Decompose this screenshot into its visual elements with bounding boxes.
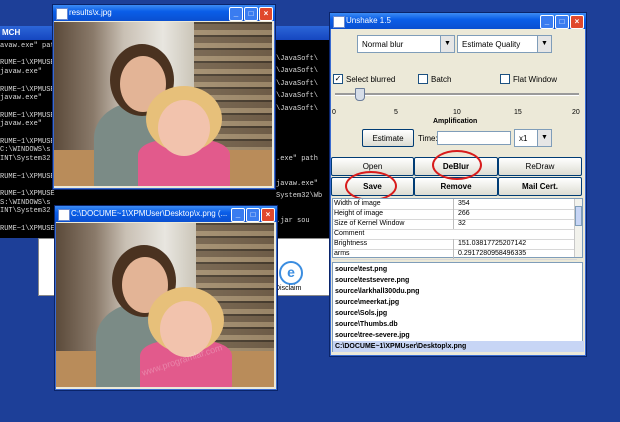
chevron-down-icon[interactable]: ▼ bbox=[537, 36, 551, 52]
amplification-label: Amplification bbox=[433, 118, 478, 125]
app-icon bbox=[56, 8, 68, 20]
mail-cert-button[interactable]: Mail Cert. bbox=[498, 177, 582, 196]
property-key: Size of Kernel Window bbox=[334, 220, 405, 227]
zoom-value: x1 bbox=[519, 134, 528, 143]
minimize-button[interactable]: _ bbox=[540, 15, 554, 29]
explorer-file-label[interactable]: Disclaim bbox=[275, 285, 301, 292]
property-key: Height of image bbox=[334, 210, 384, 217]
quality-mode-select[interactable]: Estimate Quality ▼ bbox=[457, 35, 552, 53]
maximize-button[interactable]: □ bbox=[244, 7, 258, 21]
flat-window-label: Flat Window bbox=[513, 74, 558, 84]
maximize-button[interactable]: □ bbox=[555, 15, 569, 29]
property-value: 266 bbox=[453, 209, 470, 219]
properties-scrollbar[interactable] bbox=[574, 199, 582, 257]
quality-mode-value: Estimate Quality bbox=[462, 40, 521, 49]
file-list-item[interactable]: source\testsevere.png bbox=[333, 275, 584, 286]
file-list-item[interactable]: source\test.png bbox=[333, 264, 584, 275]
results-titlebar[interactable]: results\x.jpg _ □ × bbox=[53, 5, 275, 21]
console-line: System32\Wb bbox=[276, 192, 323, 200]
slider-tick-10: 10 bbox=[453, 109, 461, 116]
input-titlebar[interactable]: C:\DOCUME~1\XPMUser\Desktop\x.png (... _… bbox=[55, 206, 277, 222]
blur-mode-value: Normal blur bbox=[362, 40, 404, 49]
zoom-select[interactable]: x1 ▼ bbox=[514, 129, 552, 147]
time-label: Time: bbox=[418, 134, 438, 143]
estimate-button[interactable]: Estimate bbox=[362, 129, 414, 147]
console-line: \JavaSoft\ bbox=[276, 67, 319, 75]
results-title: results\x.jpg bbox=[69, 8, 112, 17]
property-value: 32 bbox=[453, 219, 466, 229]
amplification-slider-thumb[interactable] bbox=[355, 88, 366, 101]
chevron-down-icon[interactable]: ▼ bbox=[440, 36, 454, 52]
slider-tick-5: 5 bbox=[394, 109, 398, 116]
checkbox-box[interactable] bbox=[500, 74, 510, 84]
file-list-item[interactable]: source\Sols.jpg bbox=[333, 308, 584, 319]
select-blurred-checkbox[interactable]: ✓ Select blurred bbox=[333, 74, 395, 84]
app-icon bbox=[333, 16, 345, 28]
save-highlight-ring bbox=[345, 171, 397, 201]
batch-label: Batch bbox=[431, 74, 452, 84]
console-line: javaw.exe" bbox=[276, 179, 319, 188]
property-value: 151.03817725207142 bbox=[453, 239, 526, 249]
internet-explorer-icon[interactable]: e bbox=[279, 261, 303, 285]
console-line: .jar sou bbox=[276, 217, 310, 225]
redraw-button[interactable]: ReDraw bbox=[498, 157, 582, 176]
file-list-item[interactable]: C:\DOCUME~1\XPMUser\Desktop\x.png bbox=[333, 341, 584, 352]
unshake-title: Unshake 1.5 bbox=[346, 16, 391, 25]
console-line: \JavaSoft\ bbox=[276, 104, 319, 113]
close-button[interactable]: × bbox=[259, 7, 273, 21]
property-row[interactable]: arms 0.2917280958496335 bbox=[333, 249, 577, 260]
console-line: \JavaSoft\ bbox=[276, 79, 319, 88]
console-line: \JavaSoft\ bbox=[276, 54, 319, 63]
slider-tick-15: 15 bbox=[514, 109, 522, 116]
checkbox-box[interactable] bbox=[418, 74, 428, 84]
property-value: 0.2917280958496335 bbox=[453, 249, 526, 259]
file-list-item[interactable]: source\larkhall300du.png bbox=[333, 286, 584, 297]
blur-mode-select[interactable]: Normal blur ▼ bbox=[357, 35, 455, 53]
flat-window-checkbox[interactable]: Flat Window bbox=[500, 74, 557, 84]
property-key: Comment bbox=[334, 230, 365, 237]
close-button[interactable]: × bbox=[261, 208, 275, 222]
console-line: \JavaSoft\ bbox=[276, 92, 319, 100]
time-field[interactable] bbox=[437, 131, 511, 145]
checkbox-box[interactable]: ✓ bbox=[333, 74, 343, 84]
minimize-button[interactable]: _ bbox=[231, 208, 245, 222]
console-line: .exe" path bbox=[276, 154, 319, 163]
properties-table[interactable]: Width of image 354 Height of image 266 Size … bbox=[332, 198, 583, 260]
app-icon bbox=[58, 209, 70, 221]
file-list-item[interactable]: source\meerkat.jpg bbox=[333, 297, 584, 308]
results-window[interactable]: results\x.jpg _ □ × bbox=[52, 4, 276, 190]
deblur-highlight-ring bbox=[432, 150, 482, 180]
result-photo bbox=[54, 22, 272, 186]
chevron-down-icon[interactable]: ▼ bbox=[537, 130, 551, 146]
batch-checkbox[interactable]: Batch bbox=[418, 74, 451, 84]
slider-tick-20: 20 bbox=[572, 109, 580, 116]
input-title: C:\DOCUME~1\XPMUser\Desktop\x.png (... bbox=[71, 209, 228, 218]
slider-tick-0: 0 bbox=[332, 109, 336, 116]
maximize-button[interactable]: □ bbox=[246, 208, 260, 222]
unshake-titlebar[interactable]: Unshake 1.5 _ □ × bbox=[330, 13, 586, 29]
minimize-button[interactable]: _ bbox=[229, 7, 243, 21]
property-value: 354 bbox=[453, 199, 470, 209]
property-key: Brightness bbox=[334, 240, 368, 247]
property-key: Width of image bbox=[334, 200, 381, 207]
amplification-slider-track[interactable] bbox=[335, 93, 579, 96]
property-key: arms bbox=[334, 250, 350, 257]
close-button[interactable]: × bbox=[570, 15, 584, 29]
select-blurred-label: Select blurred bbox=[346, 74, 396, 84]
